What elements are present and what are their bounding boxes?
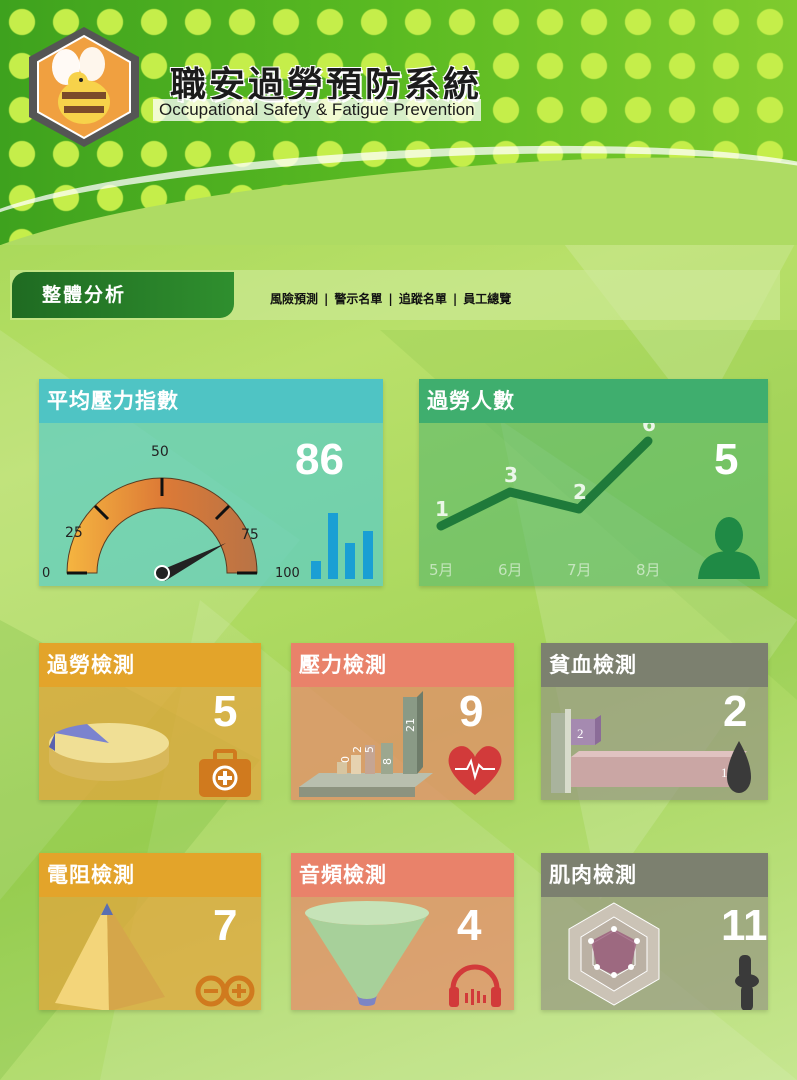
card-title: 過勞人數 (419, 379, 768, 423)
mini-bar (345, 543, 355, 579)
bar-value-label: 0 (339, 756, 352, 763)
card-title: 壓力檢測 (291, 643, 514, 687)
card-title: 過勞檢測 (39, 643, 261, 687)
nav-link-risk-prediction[interactable]: 風險預測 (270, 292, 318, 306)
nav-links: 風險預測 | 警示名單 | 追蹤名單 | 員工總覽 (270, 290, 511, 307)
x-tick-label: 6月 (498, 561, 523, 579)
pie-chart-icon (49, 723, 169, 781)
stress-index-value: 86 (295, 435, 344, 484)
gauge-tick-label: 0 (42, 566, 50, 581)
x-tick-label: 8月 (636, 561, 661, 579)
mini-bar (311, 561, 321, 579)
nav-link-warning-list[interactable]: 警示名單 (334, 292, 382, 306)
point-label: 3 (504, 463, 518, 487)
card-title: 音頻檢測 (291, 853, 514, 897)
point-label: 2 (573, 480, 587, 504)
card-title: 貧血檢測 (541, 643, 768, 687)
gauge-tick-label: 100 (275, 566, 300, 581)
bar-value-label: 2 (577, 726, 584, 741)
bar-chart-3d-icon: 0 2 5 8 21 (299, 691, 433, 797)
nav-link-tracking-list[interactable]: 追蹤名單 (399, 292, 447, 306)
mini-bar (363, 531, 373, 579)
mini-bar (328, 513, 338, 579)
app-subtitle: Occupational Safety & Fatigue Prevention (153, 99, 481, 121)
bar-value-label: 21 (404, 718, 417, 732)
heartbeat-icon (448, 746, 502, 795)
bar-value-label: 5 (363, 746, 376, 753)
bee-logo-icon (29, 27, 139, 147)
infinity-icon (195, 975, 255, 1007)
x-tick-label: 5月 (429, 561, 454, 579)
overwork-count-value: 5 (714, 435, 739, 484)
gauge-tick-label: 25 (65, 525, 83, 541)
overwork-test-card[interactable]: 過勞檢測 5 (39, 643, 261, 800)
gauge-tick-label: 50 (151, 444, 169, 460)
stress-index-card[interactable]: 平均壓力指數 0 25 50 75 100 86 (39, 379, 383, 586)
audio-test-value: 4 (457, 901, 482, 950)
nav-separator: | (388, 292, 393, 306)
nav-separator: | (452, 292, 458, 306)
overwork-count-card[interactable]: 過勞人數 1 5月 3 6月 2 7月 6 8月 5 (419, 379, 768, 586)
muscle-test-card[interactable]: 肌肉檢測 11 (541, 853, 768, 1010)
blood-drop-icon (727, 741, 751, 793)
muscle-test-value: 11 (721, 901, 768, 950)
nav-separator: | (324, 292, 329, 306)
point-label: 1 (435, 497, 449, 521)
radar-chart-icon (568, 902, 660, 1006)
medical-kit-icon (199, 749, 251, 797)
section-tab-overall-analysis[interactable]: 整體分析 (12, 272, 234, 318)
headphones-icon (449, 964, 501, 1007)
funnel-icon (305, 901, 429, 1006)
bar-value-label: 8 (381, 758, 394, 765)
x-tick-label: 7月 (567, 561, 592, 579)
stress-test-card[interactable]: 壓力檢測 0 2 5 8 21 9 (291, 643, 514, 800)
person-icon (698, 517, 760, 579)
gauge-tick-label: 75 (241, 527, 259, 543)
card-title: 電阻檢測 (39, 853, 261, 897)
nav-link-employee-overview[interactable]: 員工總覽 (463, 292, 511, 306)
knee-joint-icon (735, 955, 759, 1010)
pyramid-icon (55, 903, 165, 1010)
stress-test-value: 9 (459, 687, 484, 736)
anemia-test-value: 2 (723, 687, 748, 736)
series-line (436, 436, 653, 531)
horizontal-bar-chart-icon: 2 14 (551, 709, 747, 793)
card-title: 肌肉檢測 (541, 853, 768, 897)
audio-test-card[interactable]: 音頻檢測 4 (291, 853, 514, 1010)
resistance-test-value: 7 (213, 901, 238, 950)
anemia-test-card[interactable]: 貧血檢測 2 14 2 (541, 643, 768, 800)
overwork-test-value: 5 (213, 687, 238, 736)
card-title: 平均壓力指數 (39, 379, 383, 423)
resistance-test-card[interactable]: 電阻檢測 7 (39, 853, 261, 1010)
point-label: 6 (642, 423, 656, 436)
